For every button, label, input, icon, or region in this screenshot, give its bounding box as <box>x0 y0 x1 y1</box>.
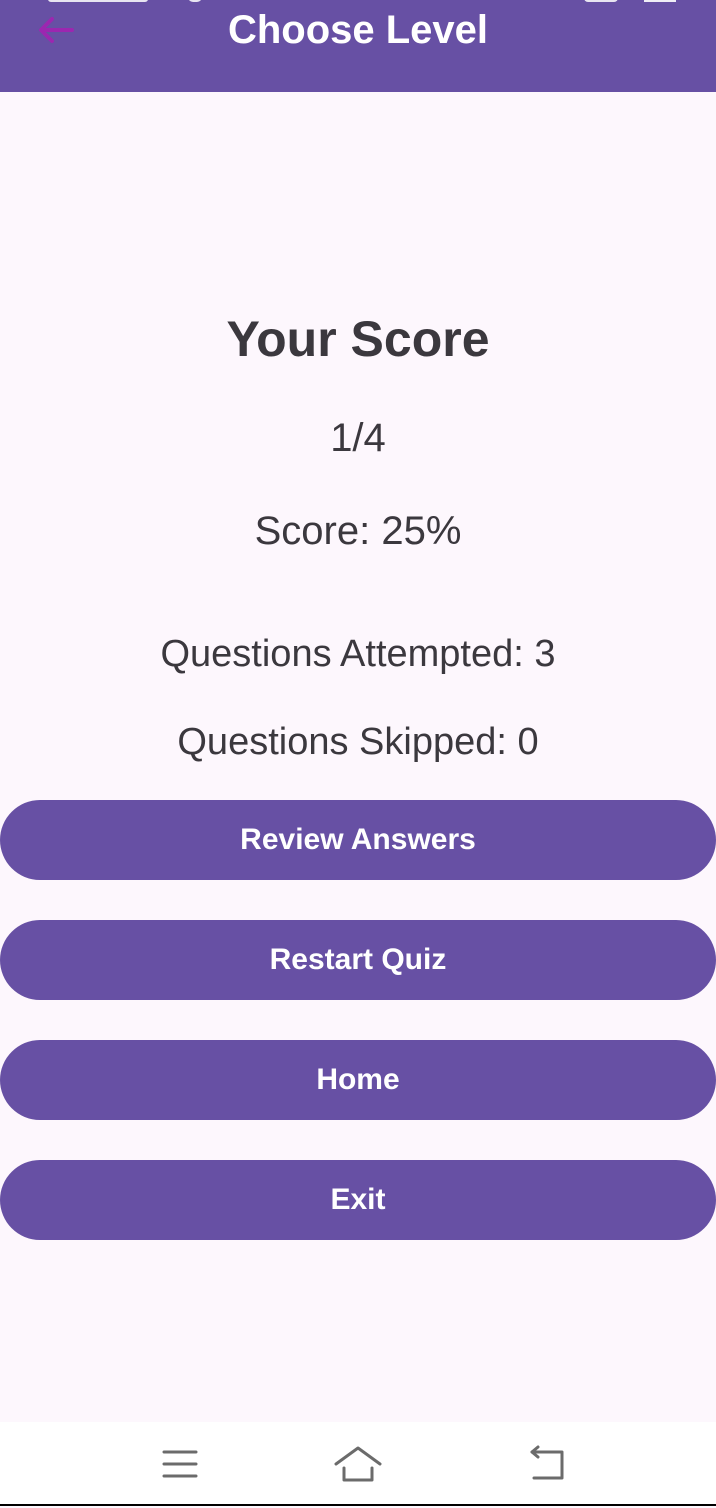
score-fraction: 1/4 <box>330 416 386 460</box>
questions-attempted: Questions Attempted: 3 <box>160 633 556 675</box>
menu-lines-icon[interactable] <box>152 1444 208 1484</box>
top-app-bar: Choose Level <box>0 0 716 92</box>
quiz-result-screen: Choose Level Your Score 1/4 Score: 25% Q… <box>0 0 716 1508</box>
exit-button[interactable]: Exit <box>0 1160 716 1240</box>
score-percentage: Score: 25% <box>254 509 462 553</box>
restart-quiz-button[interactable]: Restart Quiz <box>0 920 716 1000</box>
system-navigation-bar <box>0 1422 716 1506</box>
return-back-icon[interactable] <box>518 1444 574 1484</box>
questions-skipped: Questions Skipped: 0 <box>177 721 539 763</box>
review-answers-button[interactable]: Review Answers <box>0 800 716 880</box>
home-outline-icon[interactable] <box>330 1444 386 1484</box>
app-bar-title: Choose Level <box>227 8 489 52</box>
home-button[interactable]: Home <box>0 1040 716 1120</box>
score-heading: Your Score <box>226 311 490 367</box>
